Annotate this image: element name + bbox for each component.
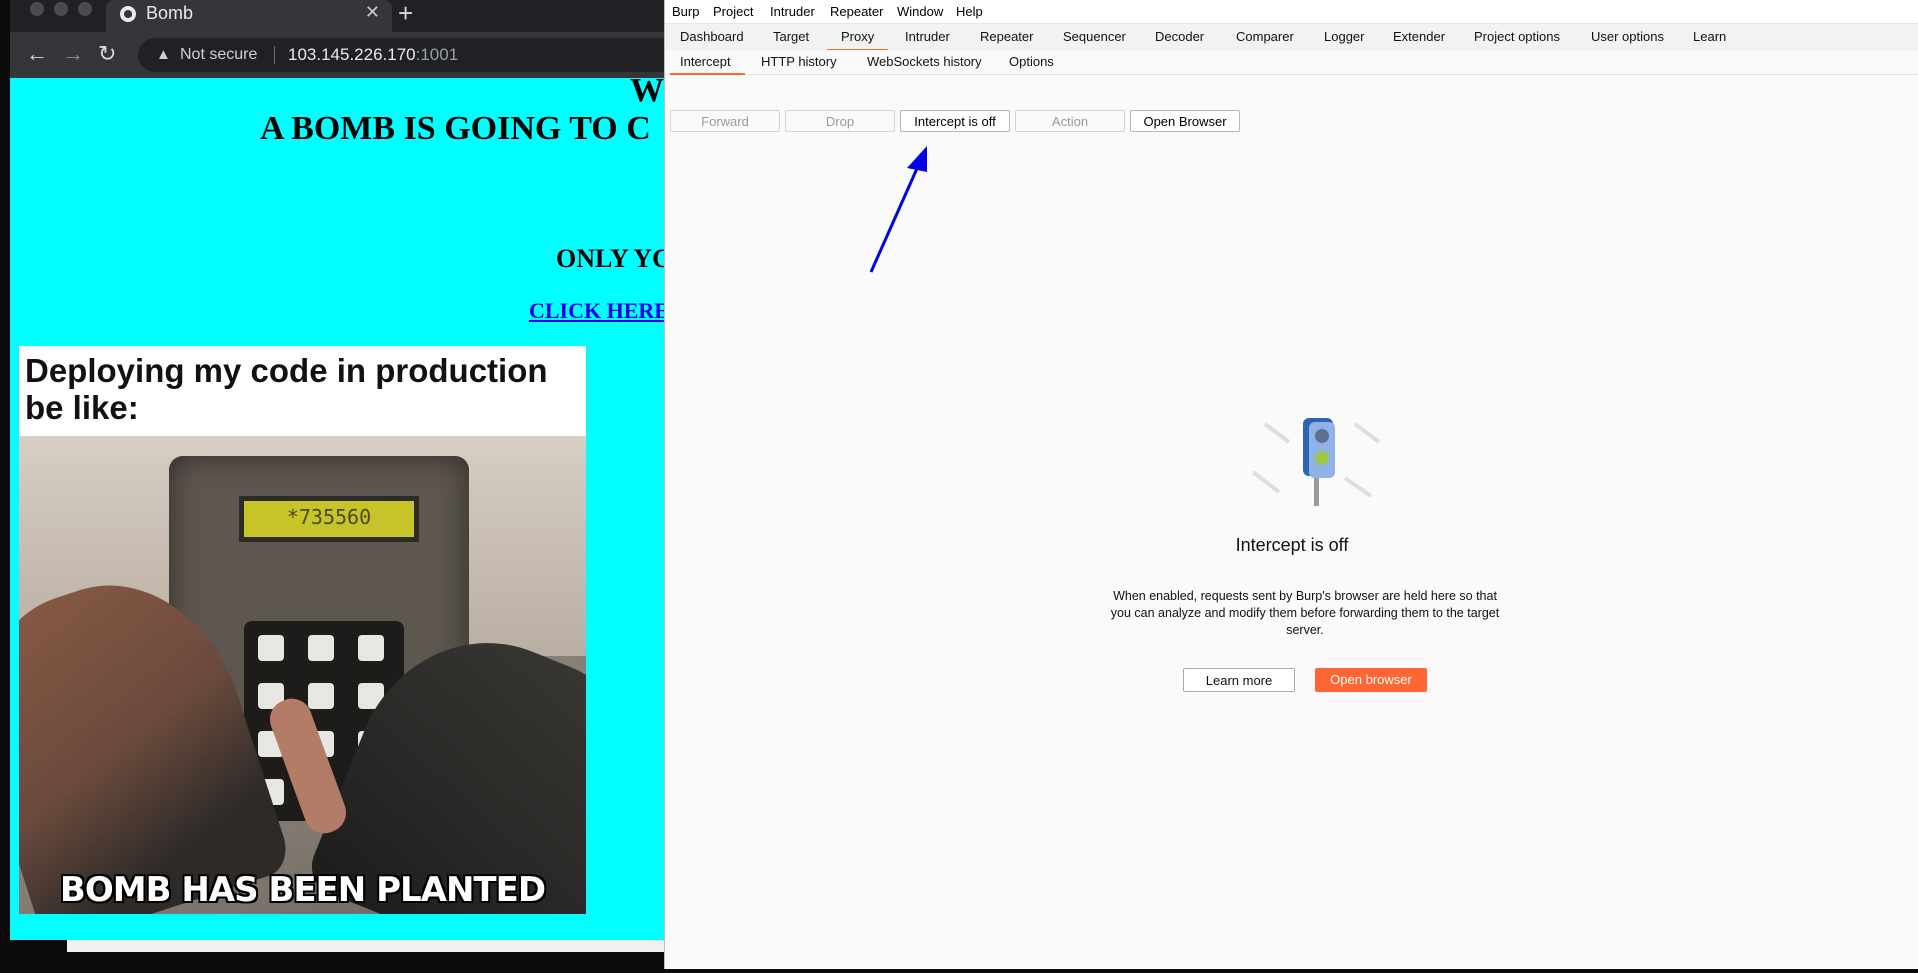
learn-more-button[interactable]: Learn more [1183,668,1295,692]
browser-tab[interactable]: Bomb ✕ [106,0,392,32]
url-port: :1001 [415,45,459,64]
meme-image: Deploying my code in production be like:… [19,346,586,914]
new-tab-icon[interactable]: + [398,0,413,26]
bomb-lcd: *735560 [239,496,419,542]
annotation-arrow-shaft [869,163,921,273]
arrow-up-right-icon [869,146,927,273]
keypad-key [358,635,384,661]
security-label[interactable]: Not secure [180,46,257,64]
open-browser-cta-button[interactable]: Open browser [1315,668,1427,692]
address-bar[interactable]: ▲ Not secure 103.145.226.170:1001 [138,38,698,72]
lcd-readout: *735560 [286,505,372,529]
tab-decoder[interactable]: Decoder [1155,29,1204,44]
url-text[interactable]: 103.145.226.170:1001 [288,45,458,65]
omnibox-divider [274,46,275,64]
warning-icon[interactable]: ▲ [156,46,171,63]
keypad-key [308,683,334,709]
tab-close-icon[interactable]: ✕ [365,2,380,23]
traffic-light-icon [1251,418,1381,506]
tab-extender[interactable]: Extender [1393,29,1445,44]
web-page-content: W A BOMB IS GOING TO C ONLY YC CLICK HER… [10,78,666,940]
keypad-key [308,635,334,661]
annotation-arrow-head [907,146,927,172]
tab-project-options[interactable]: Project options [1474,29,1560,44]
browser-window: Bomb ✕ + ← → ↻ ▲ Not secure 103.145.226.… [10,0,698,940]
traffic-light-top-lamp [1315,429,1329,443]
page-heading-line2: A BOMB IS GOING TO C [260,110,651,147]
click-here-link[interactable]: CLICK HERE [529,298,666,324]
keypad-key [258,635,284,661]
url-host: 103.145.226.170 [288,45,416,64]
bomb-photo: *735560 BOMB HAS BEEN PLANTED [19,436,586,914]
page-heading-line1: W [630,78,664,109]
forward-icon[interactable]: → [62,41,84,67]
intercept-description: When enabled, requests sent by Burp's br… [1110,589,1500,637]
tab-learn[interactable]: Learn [1693,29,1726,44]
meme-caption: Deploying my code in production be like: [25,352,548,426]
tab-logger[interactable]: Logger [1324,29,1364,44]
browser-tab-bar: Bomb ✕ + [10,0,666,32]
window-close-dot[interactable] [30,2,44,16]
open-browser-button[interactable]: Open Browser [1130,110,1240,132]
back-icon[interactable]: ← [26,41,48,67]
traffic-light-ray [1353,422,1381,444]
traffic-light-ray [1343,476,1373,498]
meme-bottom-text: BOMB HAS BEEN PLANTED [59,870,546,910]
window-zoom-dot[interactable] [78,2,92,16]
page-subheading: ONLY YC [556,244,666,273]
background-window-edge [67,940,667,952]
window-minimize-dot[interactable] [54,2,68,16]
browser-toolbar: ← → ↻ ▲ Not secure 103.145.226.170:1001 [10,32,698,78]
tab-title: Bomb [146,3,194,23]
reload-icon[interactable]: ↻ [98,41,116,67]
tab-comparer[interactable]: Comparer [1236,29,1294,44]
traffic-light-bottom-lamp [1315,451,1329,465]
intercept-status-title: Intercept is off [1235,535,1349,555]
tab-sequencer[interactable]: Sequencer [1063,29,1126,44]
burp-suite-window: Burp Project Intruder Repeater Window He… [664,0,1918,969]
traffic-light-ray [1263,422,1291,444]
globe-icon [120,6,136,22]
tab-user-options[interactable]: User options [1591,29,1664,44]
traffic-light-ray [1251,470,1281,494]
